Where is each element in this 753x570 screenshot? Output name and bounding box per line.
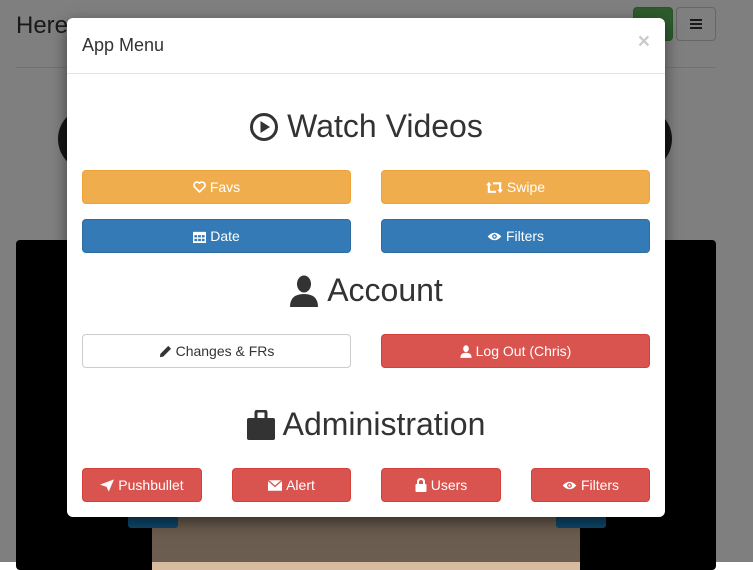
briefcase-icon bbox=[246, 409, 275, 440]
users-button[interactable]: Users bbox=[381, 468, 501, 502]
watch-videos-label: Watch Videos bbox=[287, 108, 483, 144]
log-out-label: Log Out (Chris) bbox=[475, 343, 572, 359]
account-heading: Account bbox=[67, 272, 665, 309]
changes-frs-label: Changes & FRs bbox=[175, 343, 275, 359]
changes-frs-button[interactable]: Changes & FRs bbox=[82, 334, 351, 368]
date-label: Date bbox=[210, 228, 240, 244]
administration-label: Administration bbox=[282, 406, 486, 442]
play-circle-icon bbox=[250, 112, 279, 141]
pencil-icon bbox=[159, 345, 171, 357]
retweet-icon bbox=[485, 181, 503, 193]
modal-title: App Menu bbox=[82, 35, 165, 55]
modal-header: App Menu × bbox=[67, 18, 665, 74]
heart-icon bbox=[193, 181, 206, 193]
envelope-icon bbox=[268, 479, 283, 491]
user-icon bbox=[460, 344, 472, 358]
account-label: Account bbox=[327, 272, 443, 308]
admin-filters-button[interactable]: Filters bbox=[531, 468, 650, 502]
swipe-label: Swipe bbox=[506, 179, 546, 195]
filters-label: Filters bbox=[505, 228, 545, 244]
swipe-button[interactable]: Swipe bbox=[381, 170, 650, 204]
eye-icon bbox=[487, 232, 502, 240]
favs-label: Favs bbox=[209, 179, 241, 195]
users-label: Users bbox=[430, 477, 468, 493]
favs-button[interactable]: Favs bbox=[82, 170, 351, 204]
pushbullet-button[interactable]: Pushbullet bbox=[82, 468, 202, 502]
date-button[interactable]: Date bbox=[82, 219, 351, 253]
watch-videos-heading: Watch Videos bbox=[67, 108, 665, 145]
send-icon bbox=[100, 478, 115, 492]
alert-label: Alert bbox=[286, 477, 315, 493]
eye-icon bbox=[562, 481, 577, 489]
alert-button[interactable]: Alert bbox=[232, 468, 351, 502]
filters-button[interactable]: Filters bbox=[381, 219, 650, 253]
app-menu-modal: App Menu × Watch Videos Favs Swipe Date … bbox=[67, 18, 665, 517]
lock-icon bbox=[415, 478, 427, 492]
close-button[interactable]: × bbox=[638, 31, 650, 52]
user-icon bbox=[290, 275, 319, 307]
pushbullet-label: Pushbullet bbox=[118, 477, 184, 493]
log-out-button[interactable]: Log Out (Chris) bbox=[381, 334, 650, 368]
calendar-icon bbox=[193, 231, 207, 243]
admin-filters-label: Filters bbox=[580, 477, 620, 493]
administration-heading: Administration bbox=[67, 406, 665, 443]
